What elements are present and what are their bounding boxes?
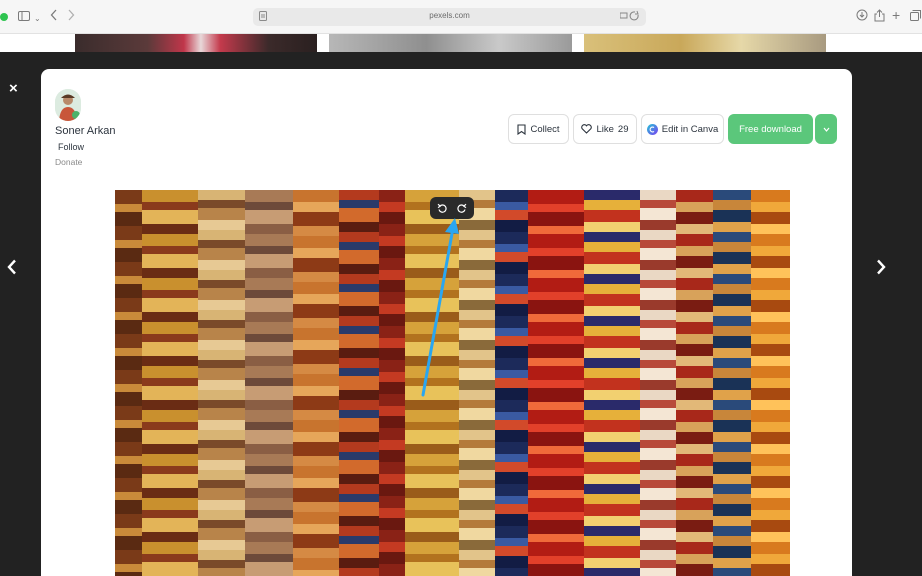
like-button[interactable]: Like 29 [573, 114, 637, 144]
background-photo-thumbnail[interactable] [75, 34, 317, 52]
chevron-down-icon [823, 127, 829, 132]
share-icon[interactable] [874, 9, 885, 26]
canva-label: Edit in Canva [661, 123, 719, 135]
bookmark-icon [517, 123, 527, 135]
chevron-down-icon[interactable]: ⌄ [34, 11, 41, 27]
author-name[interactable]: Soner Arkan [55, 125, 116, 137]
address-bar[interactable]: pexels.com [253, 8, 646, 26]
next-photo-icon[interactable] [876, 258, 886, 281]
background-photo-thumbnail[interactable] [584, 34, 826, 52]
page-background [572, 34, 584, 52]
heart-icon [581, 124, 593, 134]
downloads-icon[interactable] [856, 9, 868, 25]
page-background [317, 34, 329, 52]
reload-icon[interactable] [619, 10, 640, 24]
url-text: pexels.com [429, 11, 470, 20]
download-options-button[interactable] [815, 114, 837, 144]
background-photo-thumbnail[interactable] [329, 34, 572, 52]
sidebar-toggle-icon[interactable] [18, 9, 30, 25]
collect-label: Collect [530, 123, 560, 135]
canva-logo-icon [646, 123, 658, 135]
like-count: 29 [617, 123, 629, 135]
page-background [0, 34, 75, 52]
main-photo[interactable] [115, 190, 790, 576]
free-download-button[interactable]: Free download [728, 114, 813, 144]
edit-in-canva-button[interactable]: Edit in Canva [641, 114, 724, 144]
back-arrow-icon[interactable] [50, 9, 58, 25]
previous-photo-icon[interactable] [7, 258, 17, 281]
close-icon[interactable]: × [9, 81, 18, 97]
window-zoom-button[interactable] [0, 13, 8, 21]
collect-button[interactable]: Collect [508, 114, 569, 144]
author-avatar[interactable] [55, 89, 81, 121]
donate-link[interactable]: Donate [55, 157, 82, 167]
tab-overview-icon[interactable] [910, 9, 921, 25]
page-background [826, 34, 922, 52]
new-tab-icon[interactable]: + [892, 7, 900, 23]
annotation-arrow [421, 218, 459, 397]
follow-button[interactable]: Follow [58, 142, 84, 152]
download-label: Free download [739, 123, 802, 135]
browser-toolbar: ⌄ pexels.com + [0, 0, 922, 34]
photo-modal: Soner Arkan Follow Donate Collect Like 2… [41, 69, 852, 576]
like-label: Like [596, 123, 614, 135]
forward-arrow-icon[interactable] [67, 9, 75, 25]
